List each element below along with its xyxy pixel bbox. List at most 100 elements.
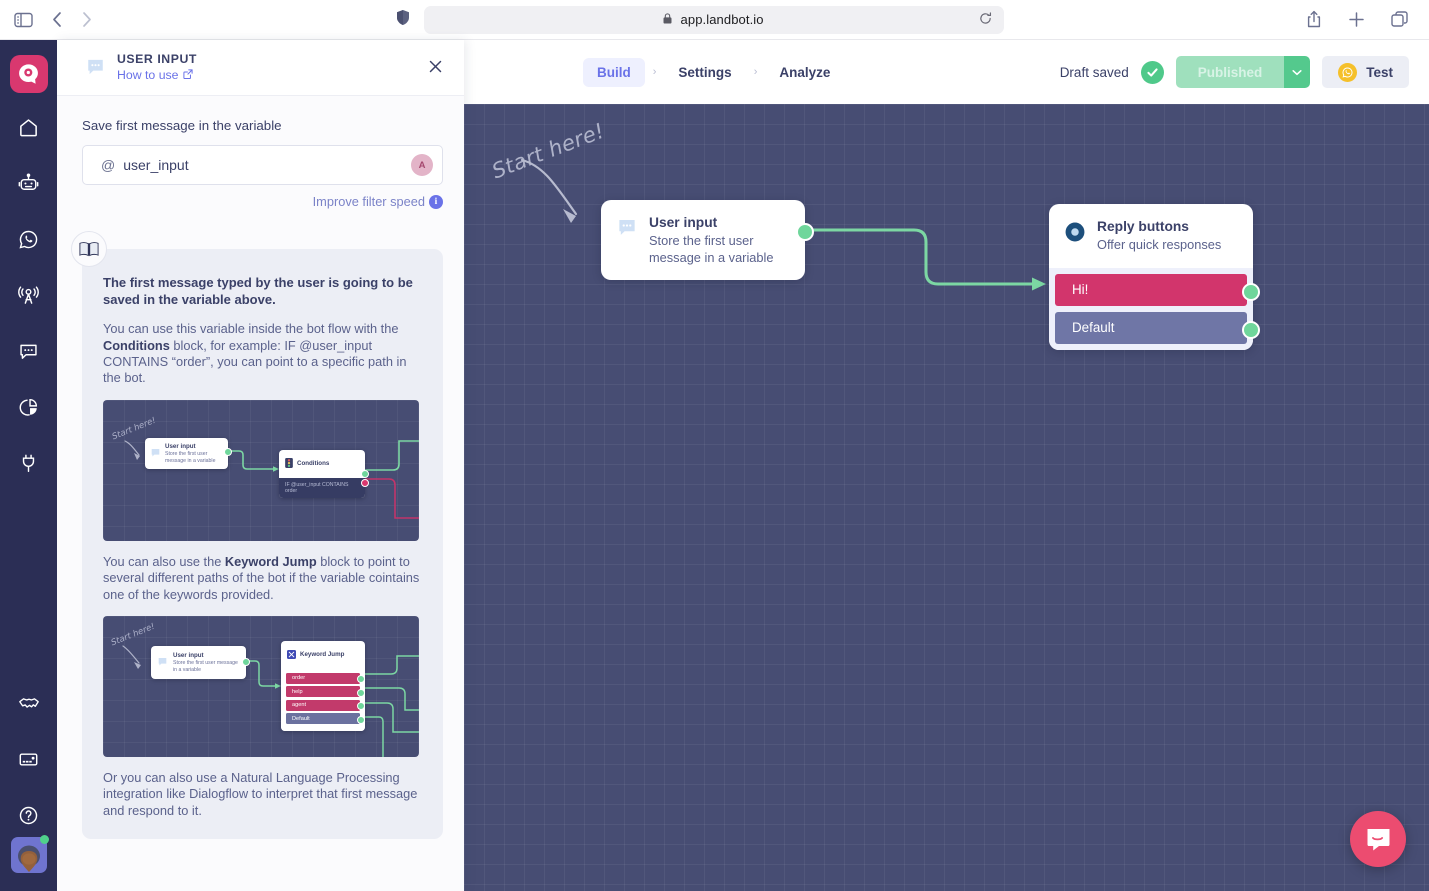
mini-node-title: User input [173, 651, 204, 659]
panel-body: Save first message in the variable @ use… [57, 96, 464, 839]
panel-header-text: USER INPUT How to use [117, 52, 423, 84]
variable-input-value[interactable]: user_input [123, 157, 411, 173]
sidebar-item-analytics[interactable] [10, 391, 48, 429]
sidebar-item-partners[interactable] [10, 687, 48, 725]
tab-build[interactable]: Build [583, 57, 645, 87]
mini-node-subtitle: Store the first user message in a variab… [173, 660, 238, 673]
reload-icon[interactable] [979, 11, 992, 28]
sidebar-item-whatsapp[interactable] [10, 223, 48, 261]
user-input-node[interactable]: User input Store the first user message … [601, 200, 814, 281]
mini-keyword-label: agent [292, 702, 306, 709]
mini-keyword-label: Default [292, 715, 310, 722]
plus-icon[interactable] [1348, 11, 1365, 28]
mini-flow-conditions-node: Conditions IF @user_input CONTAINS order [279, 449, 369, 498]
node-subtitle: Offer quick responses [1097, 237, 1222, 253]
help-paragraph-conditions: You can use this variable inside the bot… [103, 321, 423, 387]
broadcast-antenna-icon [18, 285, 39, 311]
forward-arrow-icon[interactable] [81, 11, 93, 28]
sidebar-item-inbox[interactable] [10, 335, 48, 373]
conditions-icon [285, 455, 293, 473]
landbot-logo-icon[interactable] [9, 55, 48, 93]
panel-kicker: USER INPUT [117, 51, 197, 66]
toolbar-actions: Draft saved Published Test [1060, 40, 1429, 104]
shield-icon[interactable] [396, 9, 410, 31]
reply-button-item[interactable]: Default [1055, 311, 1260, 344]
check-circle-icon [1140, 60, 1164, 84]
mini-node-title: Keyword Jump [300, 651, 345, 659]
help-p1-bold: Conditions [103, 337, 170, 353]
help-card: The first message typed by the user is g… [71, 231, 443, 839]
tab-analyze[interactable]: Analyze [765, 58, 844, 87]
browser-chrome: app.landbot.io [0, 0, 1429, 40]
sidebar-item-home[interactable] [10, 111, 48, 149]
help-p2-a: You can also use the [103, 553, 225, 569]
sidebar-item-help[interactable] [10, 799, 48, 837]
chat-bubble-dots-icon [150, 445, 161, 463]
address-bar[interactable]: app.landbot.io [423, 5, 1004, 34]
plug-icon [18, 453, 39, 479]
sidebar-item-bots[interactable] [10, 167, 48, 205]
node-output-port[interactable] [796, 223, 814, 241]
test-button[interactable]: Test [1322, 56, 1409, 88]
user-input-node-header: User input Store the first user message … [601, 200, 805, 280]
variable-field-label: Save first message in the variable [82, 118, 282, 133]
intercom-chat-icon[interactable] [1350, 811, 1406, 867]
question-circle-icon [18, 805, 39, 831]
radio-target-icon [1064, 221, 1086, 248]
mini-node-title: User input [165, 442, 196, 450]
how-to-use-label: How to use [117, 67, 179, 82]
pie-chart-icon [18, 397, 39, 423]
chat-bubble-dots-icon [616, 218, 638, 243]
user-input-bubble-icon [85, 58, 106, 77]
back-arrow-icon[interactable] [51, 11, 63, 28]
reply-button-label: Hi! [1072, 282, 1089, 298]
improve-filter-speed-link[interactable]: Improve filter speed [313, 194, 425, 209]
whatsapp-test-icon [1338, 62, 1358, 82]
tab-settings[interactable]: Settings [664, 58, 745, 87]
reply-button-output-port[interactable] [1242, 320, 1260, 339]
publish-button-group[interactable]: Published [1175, 56, 1311, 88]
sidebar-item-broadcast[interactable] [10, 279, 48, 317]
close-icon[interactable] [423, 54, 448, 82]
chevron-down-icon[interactable] [1284, 56, 1311, 88]
url-text: app.landbot.io [680, 12, 764, 27]
mini-row-port [357, 702, 365, 711]
share-icon[interactable] [1306, 10, 1322, 29]
mini-node-expression: IF @user_input CONTAINS order [279, 477, 365, 498]
robot-icon [18, 173, 39, 199]
keyword-jump-icon [287, 646, 296, 664]
mini-flow-conditions: Start here! User input Store the first u… [103, 399, 419, 541]
how-to-use-link[interactable]: How to use [117, 68, 193, 82]
reply-buttons-node[interactable]: Reply buttons Offer quick responses Hi! … [1049, 204, 1260, 350]
flow-canvas[interactable]: Start here! User input Store the first u… [464, 104, 1429, 891]
breadcrumb: Build › Settings › Analyze [583, 40, 844, 104]
improve-filter-speed-row: Improve filter speed i [82, 194, 443, 209]
mini-flow-edges [124, 439, 419, 519]
info-icon[interactable]: i [429, 194, 443, 209]
at-prefix: @ [101, 157, 116, 173]
sidebar-item-integrations[interactable] [10, 447, 48, 485]
user-avatar[interactable] [10, 835, 49, 873]
sidebar-item-billing[interactable] [10, 743, 48, 781]
mini-keyword-label: order [292, 675, 306, 682]
variable-type-avatar: A [411, 154, 433, 176]
reply-buttons-list: Hi! Default [1049, 267, 1260, 350]
publish-button[interactable]: Published [1175, 56, 1285, 88]
mini-flow-user-input-node: User input Store the first user message … [145, 437, 232, 470]
mini-flow-user-input-node: User input Store the first user message … [151, 645, 250, 680]
tab-overview-icon[interactable] [1391, 11, 1409, 28]
chat-bubble-icon [18, 341, 39, 367]
breadcrumb-separator: › [652, 66, 657, 78]
node-title: Reply buttons [1097, 219, 1189, 234]
variable-input[interactable]: @ user_input A [82, 145, 443, 185]
mini-keyword-row: Default [286, 713, 365, 725]
reply-button-item[interactable]: Hi! [1055, 273, 1260, 306]
credit-card-icon [18, 749, 39, 775]
reply-button-output-port[interactable] [1242, 282, 1260, 301]
mini-keyword-row: agent [286, 699, 365, 711]
mini-node-subtitle: Store the first user message in a variab… [165, 451, 216, 464]
lock-icon [663, 13, 675, 27]
panel-header: USER INPUT How to use [57, 40, 464, 96]
sidebar-toggle-icon[interactable] [14, 12, 33, 28]
help-paragraph-nlp: Or you can also use a Natural Language P… [103, 769, 418, 818]
